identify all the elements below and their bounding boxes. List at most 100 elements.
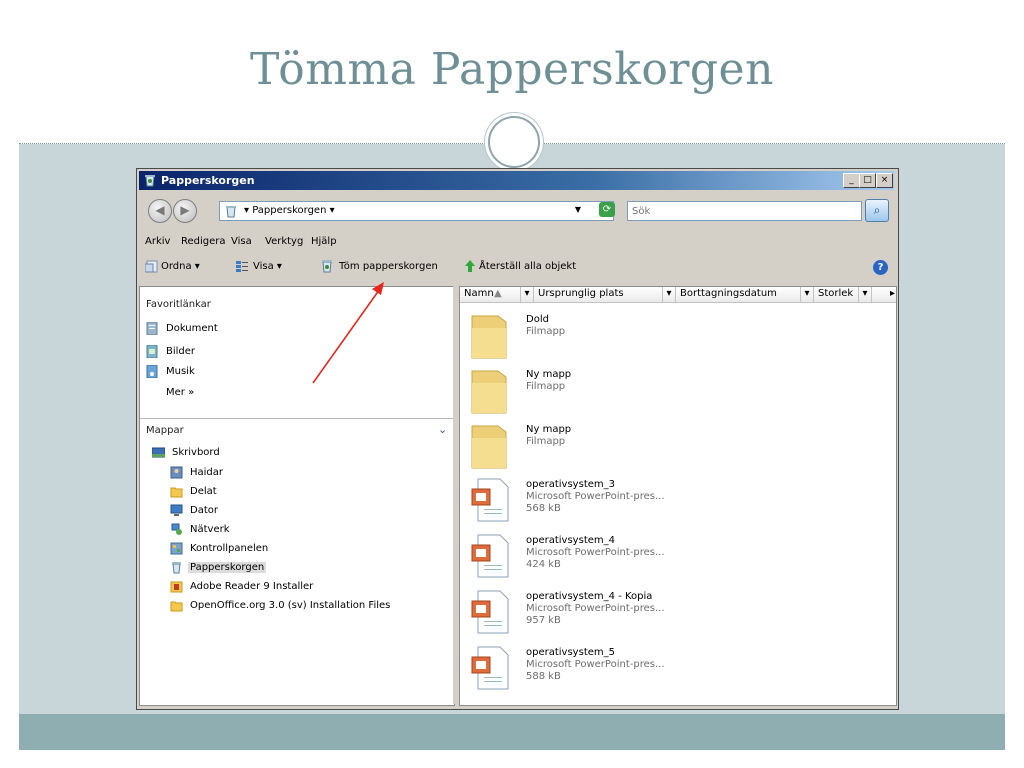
music-icon — [146, 365, 158, 378]
network-icon — [171, 523, 182, 535]
search-icon: ⌕ — [873, 203, 881, 217]
favorite-label: Dokument — [166, 323, 218, 334]
organize-button[interactable]: Ordna ▾ — [161, 261, 200, 272]
tree-label: Dator — [190, 505, 218, 516]
file-size: 424 kB — [526, 559, 561, 570]
dropdown-arrow-icon: ▾ — [666, 288, 672, 299]
restore-arrow-icon — [465, 260, 475, 272]
favorite-label: Musik — [166, 366, 195, 377]
views-button[interactable]: Visa ▾ — [253, 261, 282, 272]
folder-icon — [170, 601, 183, 612]
favorites-header: Favoritlänkar — [146, 299, 211, 310]
documents-icon — [146, 322, 158, 335]
folder-icon — [471, 315, 507, 359]
recycle-bin-icon — [322, 260, 332, 273]
tree-label: Adobe Reader 9 Installer — [190, 581, 314, 592]
column-header-original-location[interactable]: Ursprunglig plats — [534, 287, 663, 303]
address-row: ◀ ▶ ▾ Papperskorgen ▾ ▼ ⟳ ⌕ — [139, 194, 894, 224]
more-label: Mer » — [166, 387, 195, 398]
address-dropdown-icon[interactable]: ▼ — [575, 205, 581, 214]
file-list-item[interactable]: operativsystem_4 Microsoft PowerPoint-pr… — [470, 531, 890, 585]
recycle-bin-icon — [226, 206, 236, 218]
maximize-button[interactable]: □ — [859, 173, 876, 188]
file-name: operativsystem_4 — [526, 535, 615, 546]
pane-divider — [140, 418, 454, 419]
command-toolbar: Ordna ▾ Visa ▾ Töm papperskorgen Återstä… — [139, 255, 894, 281]
sort-up-icon: ▲ — [494, 288, 502, 299]
desktop-icon — [152, 447, 165, 458]
powerpoint-file-icon — [471, 478, 509, 522]
explorer-window: Papperskorgen _ □ × ◀ ▶ ▾ Papperskorgen … — [136, 168, 899, 710]
file-list-item[interactable]: operativsystem_4 - Kopia Microsoft Power… — [470, 587, 890, 641]
file-type: Filmapp — [526, 436, 566, 447]
column-filter-dropdown[interactable]: ▾ — [521, 287, 534, 303]
views-icon — [236, 261, 248, 272]
file-type: Microsoft PowerPoint-pres... — [526, 491, 665, 502]
window-title: Papperskorgen — [161, 174, 255, 187]
organize-icon — [145, 260, 158, 273]
file-list-item[interactable]: operativsystem_3 Microsoft PowerPoint-pr… — [470, 475, 890, 529]
window-titlebar[interactable]: Papperskorgen _ □ × — [139, 171, 894, 190]
restore-all-button[interactable]: Återställ alla objekt — [479, 261, 576, 272]
menu-item-redigera[interactable]: Redigera — [181, 236, 226, 247]
folders-header: Mappar — [146, 425, 184, 436]
powerpoint-file-icon — [471, 646, 509, 690]
file-list-item[interactable]: Ny mapp Filmapp — [470, 365, 890, 419]
column-header-size[interactable]: Storlek — [814, 287, 859, 303]
search-box[interactable] — [627, 201, 862, 221]
tree-label: Kontrollpanelen — [190, 543, 269, 554]
search-input[interactable] — [628, 202, 856, 220]
file-list-item[interactable]: Ny mapp Filmapp — [470, 420, 890, 474]
back-button[interactable]: ◀ — [148, 199, 172, 223]
menu-item-visa[interactable]: Visa — [231, 236, 252, 247]
address-location: ▾ Papperskorgen ▾ — [244, 205, 335, 216]
column-header-deletion-date[interactable]: Borttagningsdatum — [676, 287, 801, 303]
tree-label: Skrivbord — [172, 447, 220, 458]
favorite-label: Bilder — [166, 346, 196, 357]
search-button[interactable]: ⌕ — [865, 199, 889, 222]
help-icon[interactable]: ? — [873, 260, 888, 275]
slide-footer-bar — [19, 714, 1005, 750]
dropdown-arrow-icon: ▾ — [862, 288, 868, 299]
file-name: operativsystem_5 — [526, 647, 615, 658]
menu-item-verktyg[interactable]: Verktyg — [265, 236, 303, 247]
installer-icon — [170, 581, 183, 593]
control-panel-icon — [170, 542, 183, 555]
file-size: 957 kB — [526, 615, 561, 626]
column-header-name[interactable]: Namn ▲ — [460, 287, 521, 303]
pictures-icon — [146, 345, 158, 358]
slide-title: Tömma Papperskorgen — [250, 44, 774, 95]
back-arrow-icon: ◀ — [155, 203, 165, 217]
file-name: Ny mapp — [526, 424, 572, 435]
file-list-item[interactable]: operativsystem_5 Microsoft PowerPoint-pr… — [470, 643, 890, 697]
column-filter-dropdown[interactable]: ▾ — [663, 287, 676, 303]
column-filter-dropdown[interactable]: ▾ — [801, 287, 814, 303]
file-name: operativsystem_3 — [526, 479, 615, 490]
file-name: Dold — [526, 314, 549, 325]
user-folder-icon — [170, 466, 183, 479]
dropdown-arrow-icon: ▾ — [524, 288, 530, 299]
address-bar[interactable]: ▾ Papperskorgen ▾ ▼ — [219, 201, 614, 221]
menu-item-arkiv[interactable]: Arkiv — [145, 236, 170, 247]
file-type: Filmapp — [526, 326, 566, 337]
column-label: Storlek — [818, 288, 854, 299]
computer-icon — [170, 504, 183, 516]
forward-button[interactable]: ▶ — [173, 199, 197, 223]
refresh-icon[interactable]: ⟳ — [599, 202, 615, 217]
file-list-item[interactable]: Dold Filmapp — [470, 310, 890, 364]
tree-label: Delat — [190, 486, 217, 497]
close-button[interactable]: × — [876, 173, 893, 188]
powerpoint-file-icon — [471, 534, 509, 578]
scroll-right-icon: ▸ — [889, 288, 895, 299]
powerpoint-file-icon — [471, 590, 509, 634]
collapse-chevron-icon[interactable]: ⌄ — [438, 423, 447, 436]
menu-item-hjalp[interactable]: Hjälp — [311, 236, 337, 247]
minimize-button[interactable]: _ — [843, 173, 860, 188]
column-filter-dropdown[interactable]: ▾ — [859, 287, 872, 303]
empty-recycle-bin-button[interactable]: Töm papperskorgen — [339, 261, 438, 272]
navigation-pane: Favoritlänkar Dokument Bilder Musik Mer … — [139, 286, 455, 706]
tree-label: OpenOffice.org 3.0 (sv) Installation Fil… — [190, 600, 391, 611]
scroll-right-button[interactable]: ▸ — [872, 287, 896, 303]
file-type: Microsoft PowerPoint-pres... — [526, 603, 665, 614]
file-type: Microsoft PowerPoint-pres... — [526, 547, 665, 558]
